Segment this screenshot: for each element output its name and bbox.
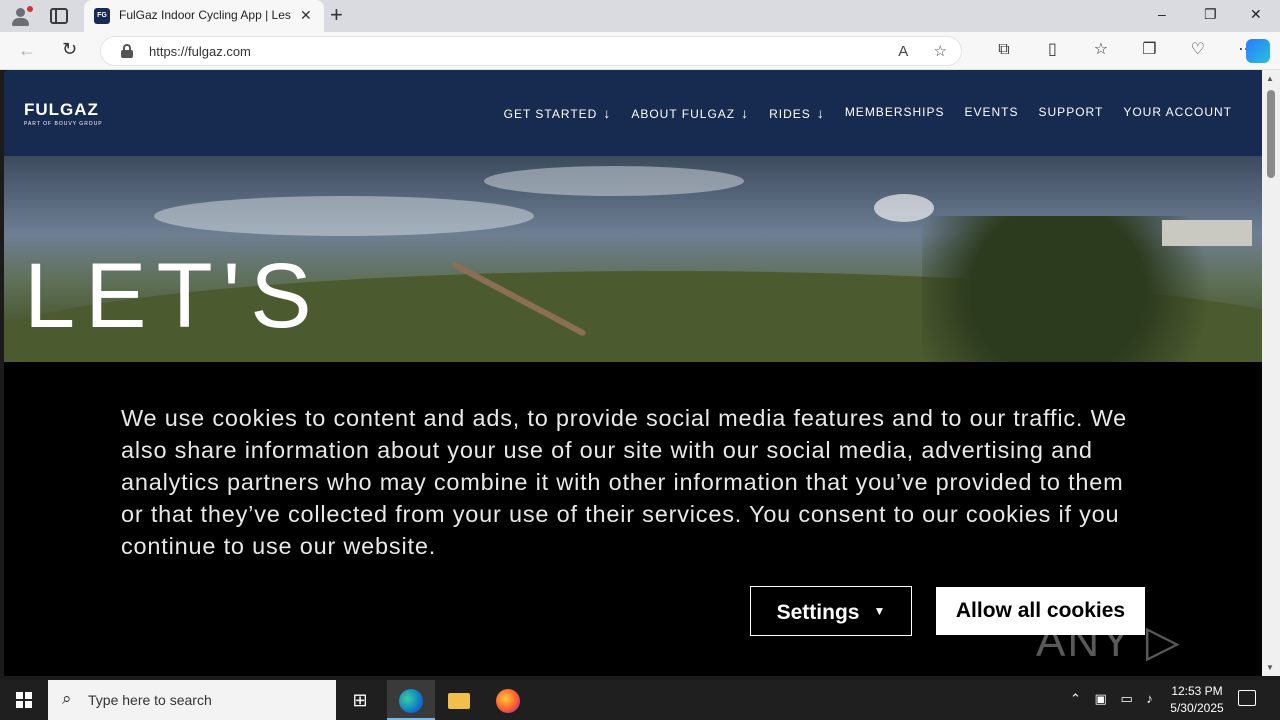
firefox-taskbar-icon[interactable] [484,680,532,720]
main-nav: GET STARTED ↓ ABOUT FULGAZ ↓ RIDES ↓ MEMBER… [504,105,1232,121]
close-window-button[interactable]: ✕ [1250,6,1262,23]
caret-down-icon: ▼ [873,604,886,618]
fulgaz-logo[interactable]: FULGAZ PART OF BOUVY GROUP [24,100,103,127]
notification-icon[interactable] [1238,690,1256,706]
lock-icon[interactable] [121,44,133,58]
hero-image: LET'S [4,156,1262,362]
tab-close-icon[interactable]: ✕ [300,7,312,24]
taskbar-search[interactable]: ⌕ Type here to search [48,680,336,720]
windows-taskbar: ⌕ Type here to search ⊞ ⌃ ▣ ▭ ♪ 12:53 PM… [0,680,1280,720]
clock-date: 5/30/2025 [1170,701,1224,715]
nav-rides[interactable]: RIDES ↓ [769,105,825,121]
url-text[interactable]: https://fulgaz.com [149,44,251,59]
chevron-up-icon[interactable]: ⌃ [1070,691,1081,706]
volume-icon[interactable]: ♪ [1146,691,1153,706]
browser-essentials-icon[interactable]: ♡ [1176,39,1220,59]
windows-start-icon[interactable] [16,692,32,708]
scroll-down-icon[interactable]: ▼ [1266,663,1274,672]
scroll-thumb[interactable] [1267,90,1275,178]
settings-label: Settings [776,601,860,624]
browser-toolbar: ← ↻ https://fulgaz.com A ☆ ⧉ ▯ ☆ ❐ ♡ ⋯ [0,32,1280,70]
new-tab-button[interactable]: + [330,4,343,26]
favorites-icon[interactable]: ☆ [1079,39,1123,59]
nav-label: RIDES [769,107,811,121]
nav-support[interactable]: SUPPORT [1039,105,1104,121]
web-page: FULGAZ PART OF BOUVY GROUP GET STARTED ↓ … [4,70,1262,676]
page-scrollbar[interactable]: ▲ ▼ [1262,70,1280,676]
search-icon: ⌕ [62,689,72,708]
back-arrow-icon[interactable]: ← [18,40,36,61]
edge-taskbar-icon[interactable] [387,680,435,720]
system-tray: ⌃ ▣ ▭ ♪ [1070,691,1163,707]
clock-time: 12:53 PM [1171,684,1223,698]
copilot-icon[interactable] [1246,39,1270,63]
arrow-down-icon: ↓ [741,105,750,121]
minimize-button[interactable]: – [1158,6,1166,22]
arrow-down-icon: ↓ [816,105,825,121]
read-aloud-icon[interactable]: A [898,43,907,60]
fulgaz-favicon-icon: FG [94,8,110,24]
site-header: FULGAZ PART OF BOUVY GROUP GET STARTED ↓ … [4,70,1262,156]
nav-label: ABOUT FULGAZ [631,107,736,121]
address-bar[interactable]: https://fulgaz.com A ☆ [100,36,962,66]
taskbar-clock[interactable]: 12:53 PM 5/30/2025 [1166,683,1228,717]
device-icon[interactable]: ▣ [1095,691,1107,706]
extensions-icon[interactable]: ⧉ [982,41,1026,59]
scroll-up-icon[interactable]: ▲ [1266,74,1274,83]
nav-your-account[interactable]: YOUR ACCOUNT [1123,105,1232,121]
anyrun-watermark: ANY ▷ RUN [1036,617,1182,676]
tab-title: FulGaz Indoor Cycling App | Less [119,8,291,22]
restore-button[interactable]: ❐ [1204,6,1217,23]
browser-tab-active[interactable]: FG FulGaz Indoor Cycling App | Less ✕ [84,0,324,32]
tab-actions-icon[interactable] [50,8,68,24]
network-icon[interactable]: ▭ [1120,691,1132,706]
nav-about-fulgaz[interactable]: ABOUT FULGAZ ↓ [631,105,749,121]
refresh-icon[interactable]: ↻ [62,39,77,60]
browser-titlebar: FG FulGaz Indoor Cycling App | Less ✕ + … [0,0,1280,32]
nav-events[interactable]: EVENTS [965,105,1019,121]
split-screen-icon[interactable]: ▯ [1030,39,1074,59]
nav-get-started[interactable]: GET STARTED ↓ [504,105,612,121]
nav-label: GET STARTED [503,107,598,121]
task-view-icon[interactable]: ⊞ [336,680,384,720]
logo-text: FULGAZ [24,100,99,119]
collections-icon[interactable]: ❐ [1127,39,1171,59]
favorite-star-icon[interactable]: ☆ [934,43,947,60]
search-placeholder: Type here to search [88,692,212,708]
file-explorer-icon[interactable] [435,680,483,720]
logo-subtext: PART OF BOUVY GROUP [24,121,103,127]
arrow-down-icon: ↓ [603,105,612,121]
profile-icon[interactable] [10,6,33,26]
cookie-settings-button[interactable]: Settings ▼ [750,586,912,636]
cookie-message: We use cookies to content and ads, to pr… [121,405,1127,559]
hero-title: LET'S [24,245,322,347]
nav-memberships[interactable]: MEMBERSHIPS [845,105,945,121]
